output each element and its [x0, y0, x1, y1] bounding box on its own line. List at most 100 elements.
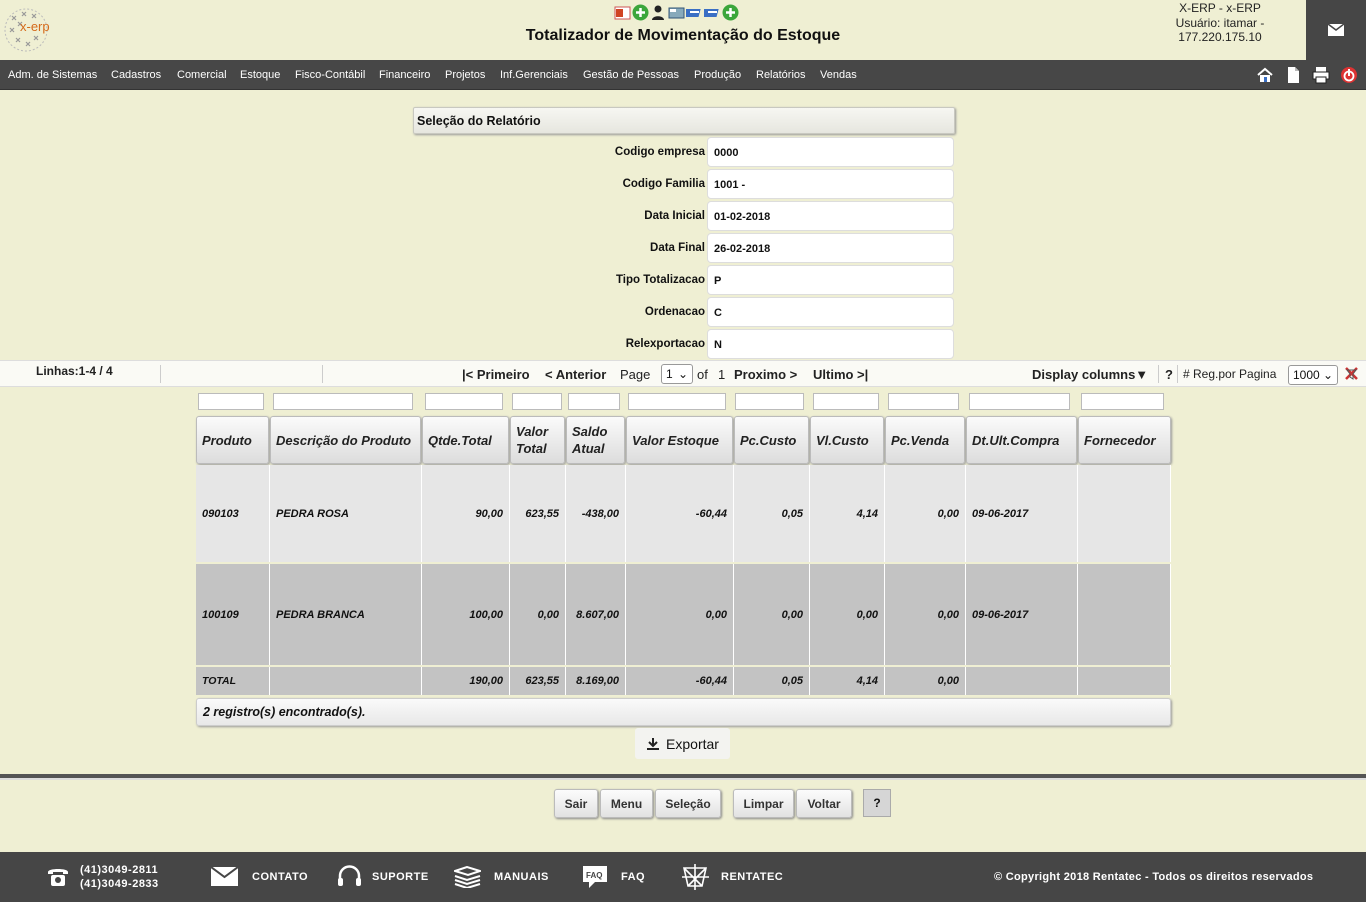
menu-producao[interactable]: Produção: [694, 69, 741, 81]
filter-dt-ult-compra[interactable]: [969, 393, 1070, 410]
menu-adm-sistemas[interactable]: Adm. de Sistemas: [8, 69, 97, 81]
reg-per-page-select[interactable]: 1000 ⌄: [1288, 365, 1338, 385]
card-icon-1[interactable]: [686, 4, 703, 21]
contato-link[interactable]: CONTATO: [252, 871, 308, 883]
cell-pc-custo: 0,00: [734, 564, 810, 665]
messages-button[interactable]: [1306, 0, 1366, 60]
window-icon[interactable]: [668, 4, 685, 21]
col-header-descricao[interactable]: Descrição do Produto: [270, 416, 421, 464]
codigo-familia-input[interactable]: 1001 -: [707, 169, 954, 199]
phone-icon: [48, 869, 68, 886]
field-codigo-empresa: Codigo empresa 0000: [413, 136, 955, 167]
col-header-saldo-atual[interactable]: Saldo Atual: [566, 416, 625, 464]
reg-per-page-value: 1000: [1293, 368, 1320, 382]
field-codigo-familia: Codigo Familia 1001 -: [413, 168, 955, 199]
display-columns-button[interactable]: Display columns▼: [1032, 367, 1148, 382]
table-row[interactable]: 100109 PEDRA BRANCA 100,00 0,00 8.607,00…: [196, 564, 1171, 665]
home-icon[interactable]: [1256, 66, 1274, 84]
filter-saldo-atual[interactable]: [568, 393, 620, 410]
ordenacao-input[interactable]: C: [707, 297, 954, 327]
export-label: Exportar: [666, 735, 719, 752]
total-row: TOTAL 190,00 623,55 8.169,00 -60,44 0,05…: [196, 667, 1171, 695]
books-icon[interactable]: [454, 866, 481, 888]
manuais-link[interactable]: MANUAIS: [494, 871, 549, 883]
menu-projetos[interactable]: Projetos: [445, 69, 485, 81]
menu-relatorios[interactable]: Relatórios: [756, 69, 806, 81]
tipo-totalizacao-input[interactable]: P: [707, 265, 954, 295]
next-page-link[interactable]: Proximo >: [734, 367, 797, 382]
column-headers: Produto Descrição do Produto Qtde.Total …: [196, 416, 1171, 464]
menu-estoque[interactable]: Estoque: [240, 69, 280, 81]
col-header-qtde-total[interactable]: Qtde.Total: [422, 416, 509, 464]
col-header-vl-custo[interactable]: Vl.Custo: [810, 416, 884, 464]
help-link[interactable]: ?: [1165, 367, 1173, 382]
record-count: 2 registro(s) encontrado(s).: [196, 698, 1171, 726]
power-icon[interactable]: [1340, 66, 1358, 84]
data-final-input[interactable]: 26-02-2018: [707, 233, 954, 263]
card-icon-2[interactable]: [704, 4, 721, 21]
filter-pc-venda[interactable]: [888, 393, 959, 410]
col-header-fornecedor[interactable]: Fornecedor: [1078, 416, 1171, 464]
menu-gestao-pessoas[interactable]: Gestão de Pessoas: [583, 69, 679, 81]
add-icon[interactable]: [632, 4, 649, 21]
rentatec-logo-icon[interactable]: [681, 863, 710, 891]
selecao-button[interactable]: Seleção: [655, 789, 721, 818]
relexportacao-input[interactable]: N: [707, 329, 954, 359]
headset-icon[interactable]: [337, 865, 362, 889]
filter-valor-estoque[interactable]: [628, 393, 726, 410]
cell-valor-total: 0,00: [510, 564, 566, 665]
cell-valor-estoque: 0,00: [626, 564, 734, 665]
data-inicial-input[interactable]: 01-02-2018: [707, 201, 954, 231]
col-header-produto[interactable]: Produto: [196, 416, 269, 464]
export-button[interactable]: Exportar: [635, 728, 730, 759]
filter-descricao[interactable]: [273, 393, 413, 410]
clear-filter-icon[interactable]: [1344, 366, 1359, 381]
cell-fornecedor: [1078, 465, 1171, 562]
add-icon-2[interactable]: [722, 4, 739, 21]
phone-2: (41)3049-2833: [80, 878, 159, 890]
filter-produto[interactable]: [198, 393, 264, 410]
voltar-button[interactable]: Voltar: [796, 789, 852, 818]
table-row[interactable]: 090103 PEDRA ROSA 90,00 623,55 -438,00 -…: [196, 465, 1171, 562]
filter-fornecedor[interactable]: [1081, 393, 1164, 410]
col-header-pc-venda[interactable]: Pc.Venda: [885, 416, 965, 464]
col-header-valor-total[interactable]: Valor Total: [510, 416, 565, 464]
faq-icon[interactable]: FAQ: [581, 864, 609, 890]
menu-fisco-contabil[interactable]: Fisco-Contábil: [295, 69, 365, 81]
field-label: Data Inicial: [644, 210, 705, 222]
menu-comercial[interactable]: Comercial: [177, 69, 227, 81]
filter-qtde-total[interactable]: [425, 393, 503, 410]
filter-vl-custo[interactable]: [813, 393, 879, 410]
faq-link[interactable]: FAQ: [621, 871, 645, 883]
menu-button[interactable]: Menu: [600, 789, 653, 818]
print-icon[interactable]: [1312, 66, 1330, 84]
powerpoint-icon[interactable]: [614, 4, 631, 21]
prev-page-link[interactable]: < Anterior: [545, 367, 606, 382]
col-header-dt-ult-compra[interactable]: Dt.Ult.Compra: [966, 416, 1077, 464]
codigo-empresa-input[interactable]: 0000: [707, 137, 954, 167]
document-icon[interactable]: [1284, 66, 1302, 84]
cell-pc-venda: 0,00: [885, 564, 966, 665]
menu-inf-gerenciais[interactable]: Inf.Gerenciais: [500, 69, 568, 81]
sair-button[interactable]: Sair: [554, 789, 598, 818]
first-page-link[interactable]: |< Primeiro: [462, 367, 530, 382]
field-label: Codigo Familia: [622, 178, 705, 190]
filter-valor-total[interactable]: [512, 393, 562, 410]
menu-cadastros[interactable]: Cadastros: [111, 69, 161, 81]
rentatec-link[interactable]: RENTATEC: [721, 871, 783, 883]
cell-qtde-total: 90,00: [422, 465, 510, 562]
last-page-link[interactable]: Ultimo >|: [813, 367, 868, 382]
user-icon[interactable]: [650, 4, 667, 21]
cell-total-fornecedor: [1078, 667, 1171, 695]
help-button[interactable]: ?: [863, 789, 891, 817]
limpar-button[interactable]: Limpar: [733, 789, 794, 818]
menu-vendas[interactable]: Vendas: [820, 69, 857, 81]
col-header-pc-custo[interactable]: Pc.Custo: [734, 416, 809, 464]
menu-financeiro[interactable]: Financeiro: [379, 69, 430, 81]
page-select[interactable]: 1 ⌄: [661, 364, 693, 384]
filter-pc-custo[interactable]: [735, 393, 804, 410]
col-header-valor-estoque[interactable]: Valor Estoque: [626, 416, 733, 464]
pager-divider: [1177, 365, 1178, 383]
mail-icon[interactable]: [211, 867, 238, 886]
suporte-link[interactable]: SUPORTE: [372, 871, 429, 883]
